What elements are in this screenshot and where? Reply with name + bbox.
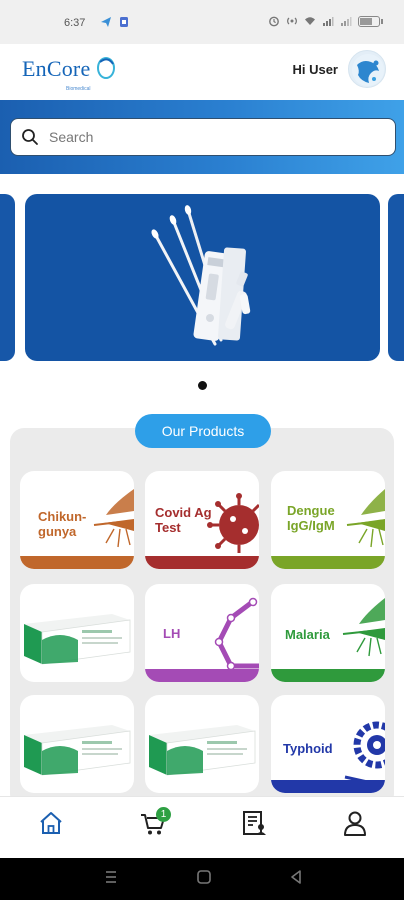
app-notification-icon	[120, 17, 128, 27]
test-kit-box-image	[24, 614, 131, 665]
nav-cart[interactable]: 1	[139, 807, 171, 839]
carousel-slide-previous[interactable]	[0, 194, 15, 361]
promo-carousel[interactable]	[0, 193, 404, 361]
product-color-bar	[271, 780, 385, 793]
telegram-icon	[101, 17, 111, 27]
search-icon	[22, 129, 38, 145]
product-color-bar	[271, 556, 385, 569]
notification-icons	[100, 16, 130, 28]
signal-2-icon	[341, 17, 352, 26]
app-screen: 6:37 EnCore Biomedical Hi User Search Ou…	[0, 0, 404, 900]
mosquito-icon	[342, 598, 385, 657]
product-card-chikungunya[interactable]: Chikun- gunya	[20, 471, 134, 569]
nav-profile[interactable]	[341, 809, 371, 839]
logo-swoosh-icon	[97, 57, 115, 79]
avatar-globe-icon	[352, 54, 384, 86]
orders-icon	[243, 811, 266, 835]
battery-icon	[358, 15, 383, 27]
nav-orders[interactable]	[240, 809, 270, 839]
home-button-icon[interactable]	[195, 868, 213, 886]
product-card-test-kit[interactable]	[145, 695, 259, 793]
our-products-heading: Our Products	[135, 414, 271, 448]
product-card-test-kit[interactable]	[20, 584, 134, 682]
search-input[interactable]	[49, 129, 369, 145]
home-icon	[40, 812, 62, 834]
product-card-test-kit[interactable]	[20, 695, 134, 793]
product-color-bar	[145, 556, 259, 569]
encore-logo: EnCore Biomedical	[22, 52, 122, 92]
wifi-icon	[305, 17, 315, 25]
signal-icon	[323, 17, 334, 26]
test-kit-box-image	[24, 725, 131, 776]
product-color-bar	[145, 669, 259, 682]
logo-text: EnCore	[22, 56, 91, 81]
alarm-icon	[269, 16, 279, 27]
status-right-icons	[268, 15, 383, 27]
cart-count-badge: 1	[156, 807, 171, 822]
search-bar[interactable]	[10, 118, 396, 156]
recent-apps-icon[interactable]	[102, 868, 120, 886]
carousel-slide-next[interactable]	[388, 194, 404, 361]
test-kit-box-image	[149, 725, 256, 776]
product-card-covid-ag-test[interactable]: Covid Ag Test	[145, 471, 259, 569]
product-card-lh[interactable]: LH	[145, 584, 259, 682]
product-label: Dengue IgG/IgM	[287, 503, 335, 533]
virus-icon	[207, 493, 259, 553]
bacteria-gear-icon	[344, 721, 385, 785]
product-color-bar	[271, 669, 385, 682]
product-label: Chikun- gunya	[38, 509, 87, 539]
bottom-navigation: 1	[0, 796, 404, 858]
hotspot-icon	[287, 17, 297, 25]
logo-subtitle: Biomedical	[66, 86, 91, 92]
rapid-test-kit-image	[151, 205, 251, 346]
app-header: EnCore Biomedical Hi User	[0, 44, 404, 100]
system-navigation-bar	[0, 858, 404, 900]
carousel-indicator-active[interactable]	[198, 381, 207, 390]
product-card-typhoid[interactable]: Typhoid	[271, 695, 385, 793]
user-avatar[interactable]	[348, 50, 386, 88]
mosquito-icon	[93, 489, 134, 548]
product-label: LH	[163, 626, 181, 641]
carousel-slide-active[interactable]	[25, 194, 380, 361]
product-label: Malaria	[285, 627, 330, 642]
back-icon[interactable]	[287, 868, 305, 886]
status-time: 6:37	[64, 17, 86, 29]
status-bar: 6:37	[0, 0, 404, 44]
nav-home[interactable]	[37, 809, 67, 839]
search-banner	[0, 100, 404, 174]
user-greeting: Hi User	[292, 62, 338, 77]
product-label: Typhoid	[283, 741, 333, 756]
profile-icon	[344, 811, 366, 836]
mosquito-icon	[346, 489, 385, 548]
hormone-molecule-icon	[214, 597, 259, 671]
product-card-dengue-igg-igm[interactable]: Dengue IgG/IgM	[271, 471, 385, 569]
product-color-bar	[20, 556, 134, 569]
product-card-malaria[interactable]: Malaria	[271, 584, 385, 682]
